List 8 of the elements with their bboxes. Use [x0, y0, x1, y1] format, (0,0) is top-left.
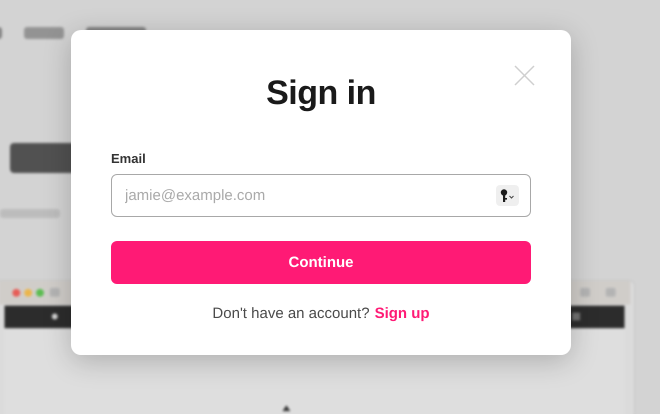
continue-button[interactable]: Continue — [111, 241, 531, 284]
dialog-title: Sign in — [266, 74, 376, 113]
key-icon[interactable] — [496, 185, 519, 206]
footer-text: Don't have an account? — [212, 305, 370, 322]
sign-up-link[interactable]: Sign up — [374, 305, 430, 322]
blurred-subtitle — [0, 209, 60, 218]
email-label: Email — [111, 151, 146, 166]
email-field[interactable]: jamie@example.com — [111, 174, 531, 217]
